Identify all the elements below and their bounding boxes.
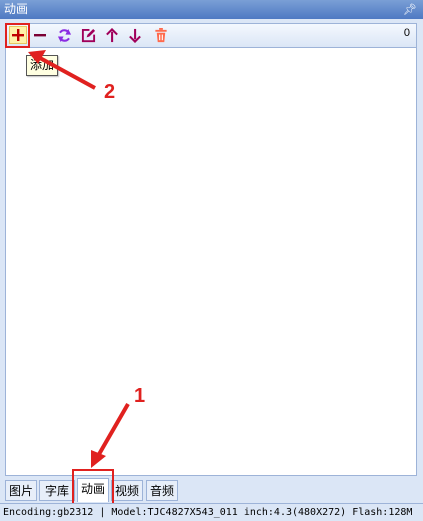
annotation-step-1: 1 [134,385,146,407]
tab-fonts[interactable]: 字库 [39,480,75,501]
panel-titlebar: 动画 📌︎ [0,0,423,19]
add-button-highlight [5,23,30,48]
delete-icon [155,27,167,42]
animation-list[interactable] [5,48,417,476]
remove-icon [34,34,46,37]
tab-audio[interactable]: 音频 [146,480,178,501]
tab-images[interactable]: 图片 [5,480,37,501]
move-down-button[interactable] [126,26,144,44]
delete-button[interactable] [152,26,170,44]
move-up-button[interactable] [103,26,121,44]
status-bar: Encoding:gb2312 | Model:TJC4827X543_011 … [0,503,423,521]
move-up-icon [106,27,118,42]
add-tooltip: 添加 [26,55,59,76]
move-down-icon [129,28,141,43]
panel-title: 动画 [4,2,29,16]
annotation-step-2: 2 [104,81,116,103]
edit-button[interactable] [79,26,97,44]
remove-button[interactable] [31,26,49,44]
refresh-button[interactable] [55,26,73,44]
edit-icon [81,28,95,42]
pin-icon[interactable]: 📌︎ [403,0,417,19]
item-count: 0 [403,27,410,39]
refresh-icon [57,28,71,42]
animation-tab-highlight [72,469,114,507]
animation-toolbar: 0 [5,23,417,48]
tab-video[interactable]: 视频 [111,480,143,501]
